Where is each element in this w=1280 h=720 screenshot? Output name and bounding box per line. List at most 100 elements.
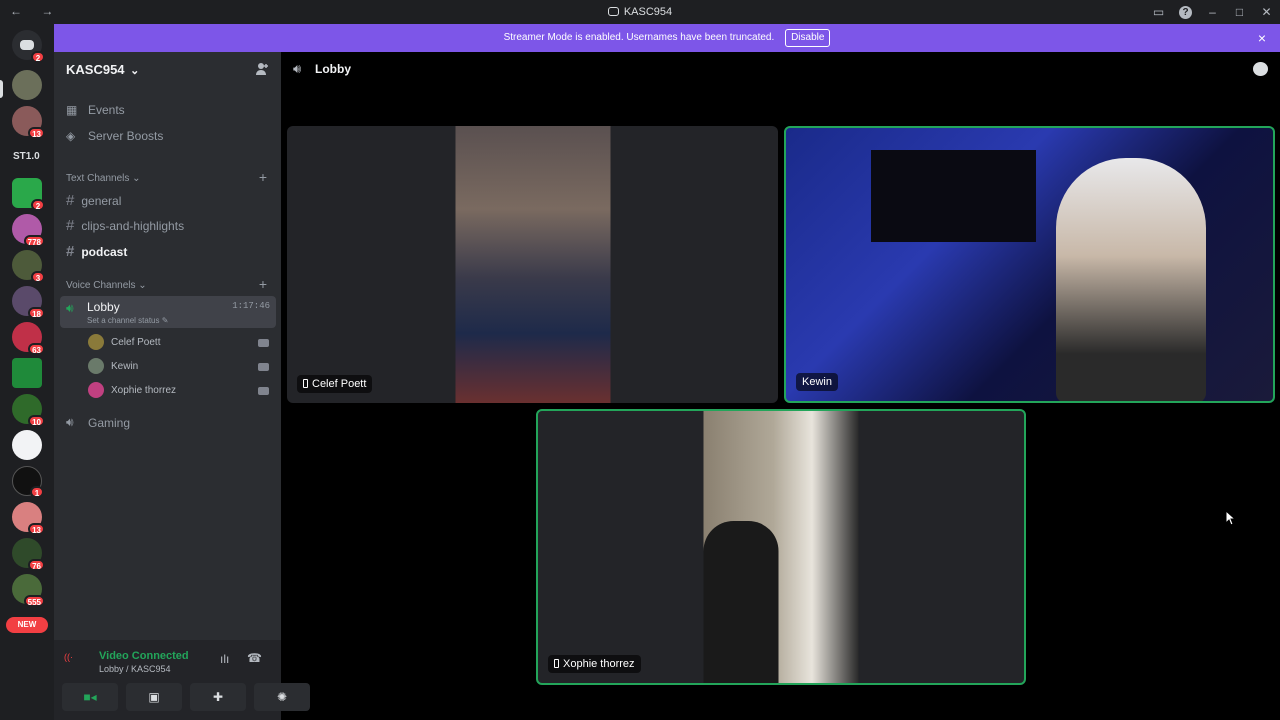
channel-podcast[interactable]: # podcast — [66, 243, 127, 260]
text-channels-category[interactable]: Text Channels ⌄ — [66, 173, 141, 184]
server-icon[interactable]: 1 — [12, 466, 44, 498]
noise-suppression-icon[interactable]: ılı — [220, 652, 229, 666]
mobile-icon — [303, 379, 308, 388]
server-badge: 1 — [30, 486, 44, 498]
add-voice-channel-icon[interactable]: + — [259, 276, 267, 292]
avatar — [88, 382, 104, 398]
activities-button[interactable]: ✚ — [190, 683, 246, 711]
events-item[interactable]: ▦ Events — [66, 103, 125, 117]
minimize-button[interactable]: – — [1199, 5, 1226, 19]
streamer-mode-banner: Streamer Mode is enabled. Usernames have… — [54, 24, 1280, 52]
channel-title: Lobby — [315, 62, 351, 76]
server-icon[interactable]: 555 — [12, 574, 45, 607]
hash-icon: # — [66, 192, 75, 209]
voice-channel-gaming[interactable]: 🔊︎ Gaming — [66, 415, 130, 430]
voice-member[interactable]: Kewin — [88, 358, 138, 374]
add-text-channel-icon[interactable]: + — [259, 169, 267, 185]
participant-label: Xophie thorrez — [548, 655, 641, 673]
disable-button[interactable]: Disable — [785, 29, 831, 47]
server-icon[interactable]: 76 — [12, 538, 45, 571]
server-badge: 10 — [28, 415, 45, 427]
channel-status[interactable]: Set a channel status ✎ — [87, 316, 168, 325]
discord-logo-icon — [607, 7, 619, 16]
hash-icon: # — [66, 217, 75, 234]
banner-message: Streamer Mode is enabled. Usernames have… — [503, 32, 775, 43]
video-tile[interactable]: Celef Poett — [287, 126, 778, 403]
server-badge: 63 — [28, 343, 45, 355]
server-badge: 13 — [28, 523, 45, 535]
chevron-down-icon: ⌄ — [130, 65, 140, 77]
maximize-button[interactable]: □ — [1226, 5, 1253, 19]
title-bar: ← → KASC954 ▭ ? – □ ✕ — [0, 0, 1280, 24]
server-badge: 76 — [28, 559, 45, 571]
server-icon[interactable]: 3 — [12, 250, 45, 283]
server-icon[interactable]: 13 — [12, 502, 45, 535]
server-icon[interactable]: 2 — [12, 178, 45, 211]
close-icon[interactable]: × — [1258, 24, 1266, 52]
voice-member[interactable]: Xophie thorrez — [88, 382, 176, 398]
mobile-icon — [554, 659, 559, 668]
calendar-icon: ▦ — [66, 103, 78, 117]
invite-people-icon[interactable] — [255, 62, 269, 76]
close-window-button[interactable]: ✕ — [1253, 5, 1280, 19]
screen-share-button[interactable]: ▣ — [126, 683, 182, 711]
server-label[interactable]: ST1.0 — [13, 151, 40, 162]
server-icon[interactable]: 13 — [12, 106, 45, 139]
voice-member[interactable]: Celef Poett — [88, 334, 160, 350]
server-badge: 13 — [28, 127, 45, 139]
channel-clips-and-highlights[interactable]: # clips-and-highlights — [66, 217, 184, 234]
call-timer: 1:17:46 — [232, 301, 270, 311]
disconnect-icon[interactable]: ☎︎ — [247, 651, 262, 665]
server-icon[interactable]: 778 — [12, 214, 45, 247]
server-badge: 2 — [31, 199, 45, 211]
avatar — [88, 334, 104, 350]
server-icon[interactable] — [12, 430, 42, 460]
new-badge: NEW — [6, 617, 48, 633]
camera-icon — [258, 339, 269, 347]
server-badge: 555 — [23, 595, 45, 607]
inbox-icon[interactable]: ▭ — [1145, 5, 1172, 19]
server-icon[interactable] — [12, 358, 42, 388]
server-icon[interactable]: 10 — [12, 394, 45, 427]
speaker-icon: 🔊︎ — [66, 301, 74, 315]
video-feed — [871, 150, 1036, 242]
server-icon[interactable] — [12, 70, 42, 100]
server-badge: 778 — [23, 235, 45, 247]
camera-icon — [258, 363, 269, 371]
speaker-icon: 🔊︎ — [293, 61, 302, 76]
hash-icon: # — [66, 243, 75, 260]
server-badge: 18 — [28, 307, 45, 319]
home-button[interactable]: 2 — [12, 30, 45, 63]
voice-channels-category[interactable]: Voice Channels ⌄ — [66, 280, 147, 291]
video-feed — [455, 126, 610, 403]
participant-label: Kewin — [796, 373, 838, 391]
chat-icon[interactable] — [1253, 62, 1268, 76]
guild-header[interactable]: KASC954 ⌄ — [54, 52, 281, 86]
voice-channel-lobby[interactable]: 🔊︎ Lobby 1:17:46 Set a channel status ✎ — [60, 296, 276, 328]
video-feed — [703, 521, 779, 683]
video-feed — [703, 411, 859, 683]
channel-sidebar: KASC954 ⌄ ▦ Events ◈ Server Boosts Text Ch… — [54, 52, 310, 720]
speaker-icon: 🔊︎ — [66, 415, 74, 429]
guild-name: KASC954 — [66, 62, 125, 77]
discord-icon — [20, 40, 34, 50]
connection-status: Video Connected — [99, 650, 189, 662]
server-boosts-item[interactable]: ◈ Server Boosts — [66, 129, 163, 143]
participant-label: Celef Poett — [297, 375, 373, 393]
mouse-cursor-icon — [1225, 510, 1237, 526]
connection-location[interactable]: Lobby / KASC954 — [99, 664, 171, 674]
video-feed — [1056, 158, 1206, 401]
server-icon[interactable]: 63 — [12, 322, 45, 355]
signal-icon[interactable]: ((· — [64, 652, 73, 662]
help-icon[interactable]: ? — [1179, 5, 1192, 19]
video-tile[interactable]: Kewin — [784, 126, 1275, 403]
channel-general[interactable]: # general — [66, 192, 121, 209]
channel-header: 🔊︎ Lobby — [281, 52, 1280, 88]
window-title: KASC954 — [0, 6, 1280, 18]
server-icon[interactable]: 18 — [12, 286, 45, 319]
server-badge: 2 — [31, 51, 45, 63]
video-tile[interactable]: Xophie thorrez — [536, 409, 1026, 685]
camera-button[interactable]: ■◂ — [62, 683, 118, 711]
camera-icon — [258, 387, 269, 395]
soundboard-button[interactable]: ✺ — [254, 683, 310, 711]
